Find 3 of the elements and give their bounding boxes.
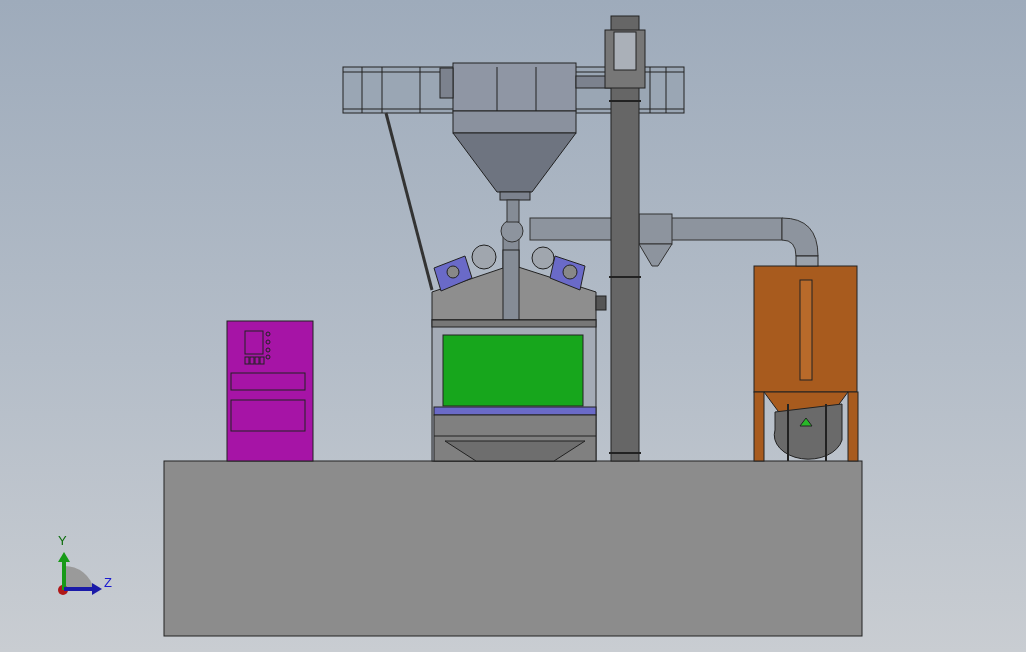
z-axis-label: Z <box>104 575 112 590</box>
axis-triad <box>58 552 102 595</box>
y-axis-label: Y <box>58 533 67 548</box>
